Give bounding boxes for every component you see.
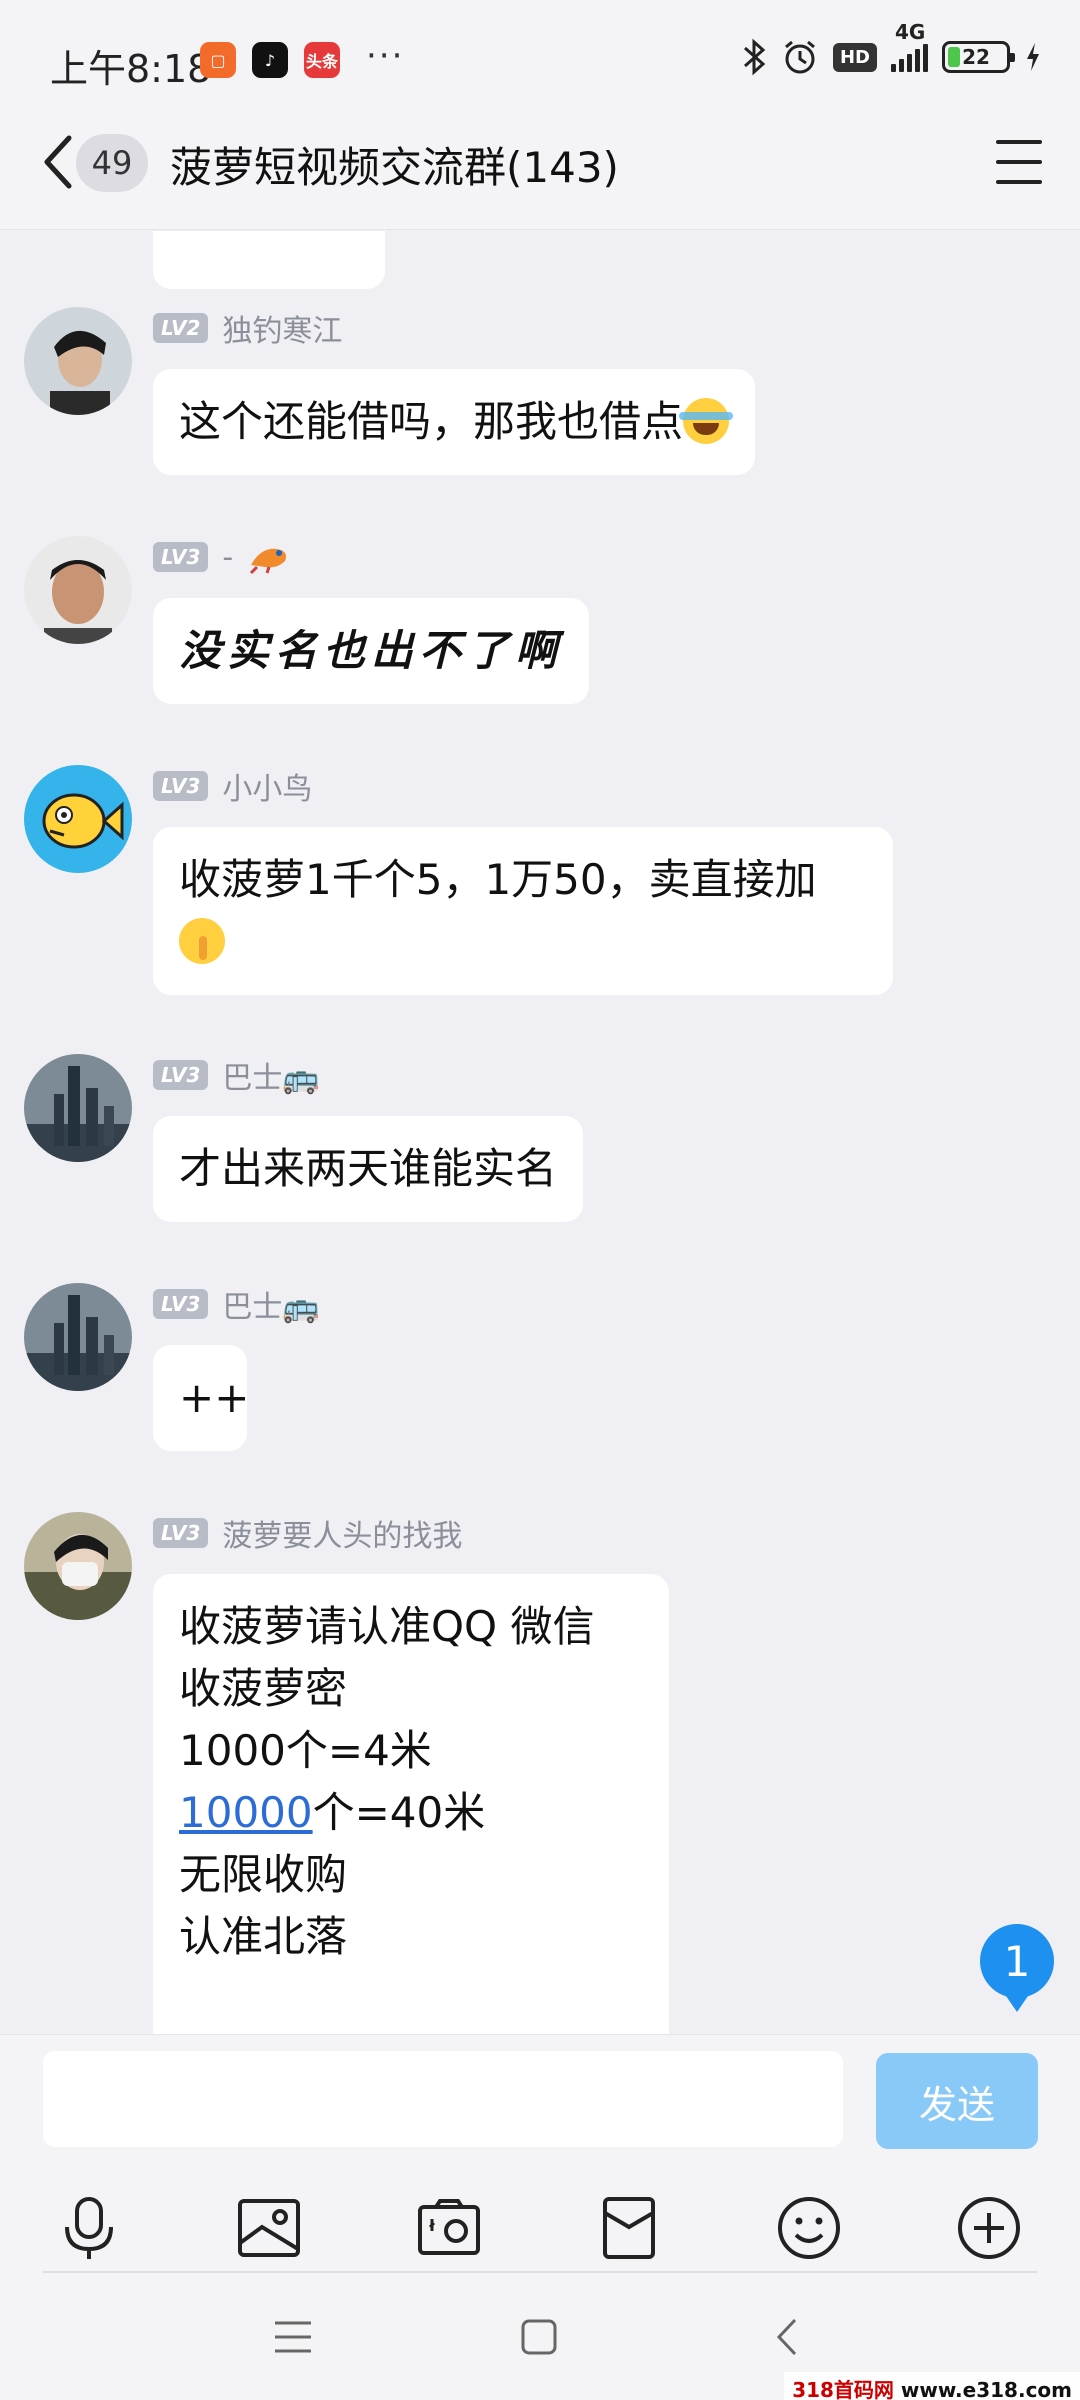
menu-icon-bar [996,140,1042,144]
avatar[interactable] [24,765,132,873]
message-bubble[interactable]: 收菠萝1千个5，1万50，卖直接加 [153,827,893,995]
microphone-icon [65,2197,113,2259]
battery-icon: 22 [942,41,1015,73]
hd-badge: HD [832,42,877,72]
back-icon [776,2318,797,2356]
level-badge: LV3 [153,1289,209,1319]
battery-level-fill [948,47,960,67]
status-icons: HD 4G 22 [741,20,1042,76]
sender-name[interactable]: 巴士🚌 [222,1053,319,1097]
message-text: 这个还能借吗，那我也借点 [179,397,684,446]
bluetooth-icon [743,38,766,76]
more-notifications-icon: ··· [366,36,405,76]
camera-icon [418,2199,480,2255]
system-nav-bar: 318首码网 www.e318.com [0,2272,1080,2400]
level-badge: LV3 [153,542,209,572]
menu-icon [275,2321,311,2353]
level-badge: LV2 [153,313,209,343]
image-button[interactable] [224,2183,314,2273]
avatar[interactable] [24,1054,132,1162]
sender-name[interactable]: 菠萝要人头的找我 [222,1511,462,1555]
new-message-indicator[interactable]: 1 [980,1924,1054,2012]
dragon-emoji-icon [250,548,287,575]
image-icon [238,2199,300,2257]
signal-icon [891,42,928,72]
avatar[interactable] [24,1283,132,1391]
avatar[interactable] [24,307,132,415]
sender-name[interactable]: - [222,540,233,575]
red-envelope-button[interactable] [584,2183,674,2273]
message-line: 收菠萝密 [179,1664,348,1713]
message-list[interactable]: LV2 独钓寒江 这个还能借吗，那我也借点 LV3 - 没实名也出不了啊 LV3… [0,231,1080,2034]
message-meta: LV2 独钓寒江 [153,311,342,349]
previous-message-bubble[interactable] [153,231,385,289]
toutiao-icon: 头条 [304,42,340,78]
message-bubble[interactable]: 才出来两天谁能实名 [153,1116,584,1222]
message-line: 1000个=4米 [179,1726,432,1775]
sender-name[interactable]: 巴士🚌 [222,1282,319,1326]
message-meta: LV3 巴士🚌 [153,1058,320,1096]
level-badge: LV3 [153,1518,209,1548]
level-badge: LV3 [153,1060,209,1090]
avatar[interactable] [24,536,132,644]
message-text: 没实名也出不了啊 [179,626,564,675]
message-meta: LV3 小小鸟 [153,769,312,807]
input-toolbar [0,2183,1080,2283]
home-button[interactable] [504,2302,574,2372]
red-envelope-icon [603,2197,655,2259]
message-line: 认准北落 [179,1912,348,1961]
message-input[interactable] [43,2051,843,2147]
send-button[interactable]: 发送 [876,2053,1038,2149]
chat-title: 菠萝短视频交流群(143) [170,143,619,192]
message-line: 无限收购 [179,1850,348,1899]
message-text: 才出来两天谁能实名 [179,1144,558,1193]
message-meta: LV3 菠萝要人头的找我 [153,1516,462,1554]
emoji-button[interactable] [764,2183,854,2273]
tiktok-icon: ♪ [252,42,288,78]
status-time: 上午8:18 [50,47,212,91]
phone-number-link[interactable]: 10000 [179,1788,313,1837]
laugh-cry-emoji-icon [679,398,734,444]
message-bubble[interactable]: 收菠萝请认准QQ 微信 收菠萝密 1000个=4米 10000个=40米 无限收… [153,1574,669,2034]
battery-percent: 22 [962,45,990,69]
home-icon [521,2319,557,2355]
watermark-domain: www.e318.com [900,2378,1072,2400]
message-text: 收菠萝1千个5，1万50，卖直接加 [179,855,817,904]
message-bubble[interactable]: 这个还能借吗，那我也借点 [153,369,756,475]
message-bubble[interactable]: 没实名也出不了啊 [153,598,590,704]
sender-name[interactable]: 小小鸟 [222,764,312,808]
mi-app-icon: ▢ [200,42,236,78]
network-indicator: 4G [891,20,928,72]
more-button[interactable] [944,2183,1034,2273]
avatar[interactable] [24,1512,132,1620]
charging-icon [1027,43,1039,71]
message-text: ++ [179,1373,250,1422]
camera-button[interactable] [404,2183,494,2273]
message-bubble[interactable]: ++ [153,1345,250,1451]
message-line: 收菠萝请认准QQ 微信 [179,1602,595,1651]
menu-icon-bar [996,180,1042,184]
message-line-suffix: 个=40米 [312,1788,486,1837]
level-badge: LV3 [153,771,209,801]
voice-button[interactable] [44,2183,134,2273]
unread-count-badge[interactable]: 49 [76,134,148,192]
watermark-prefix: 318首码网 [792,2378,894,2400]
chat-header: 49 菠萝短视频交流群(143) [0,100,1080,230]
alarm-icon [785,40,815,74]
menu-button[interactable] [996,140,1042,184]
chevron-left-icon [44,135,72,189]
emoji-icon [778,2197,840,2259]
network-type: 4G [895,20,926,44]
plus-icon [958,2197,1020,2259]
sender-name[interactable]: 独钓寒江 [222,306,342,350]
shush-emoji-icon [179,918,225,964]
menu-icon-bar [996,160,1042,164]
message-line: 10000个=40米 [179,1782,643,1844]
system-back-button[interactable] [752,2302,822,2372]
message-meta: LV3 - [153,540,291,575]
message-meta: LV3 巴士🚌 [153,1287,320,1325]
recent-apps-button[interactable] [258,2302,328,2372]
watermark: 318首码网 www.e318.com [784,2372,1080,2400]
